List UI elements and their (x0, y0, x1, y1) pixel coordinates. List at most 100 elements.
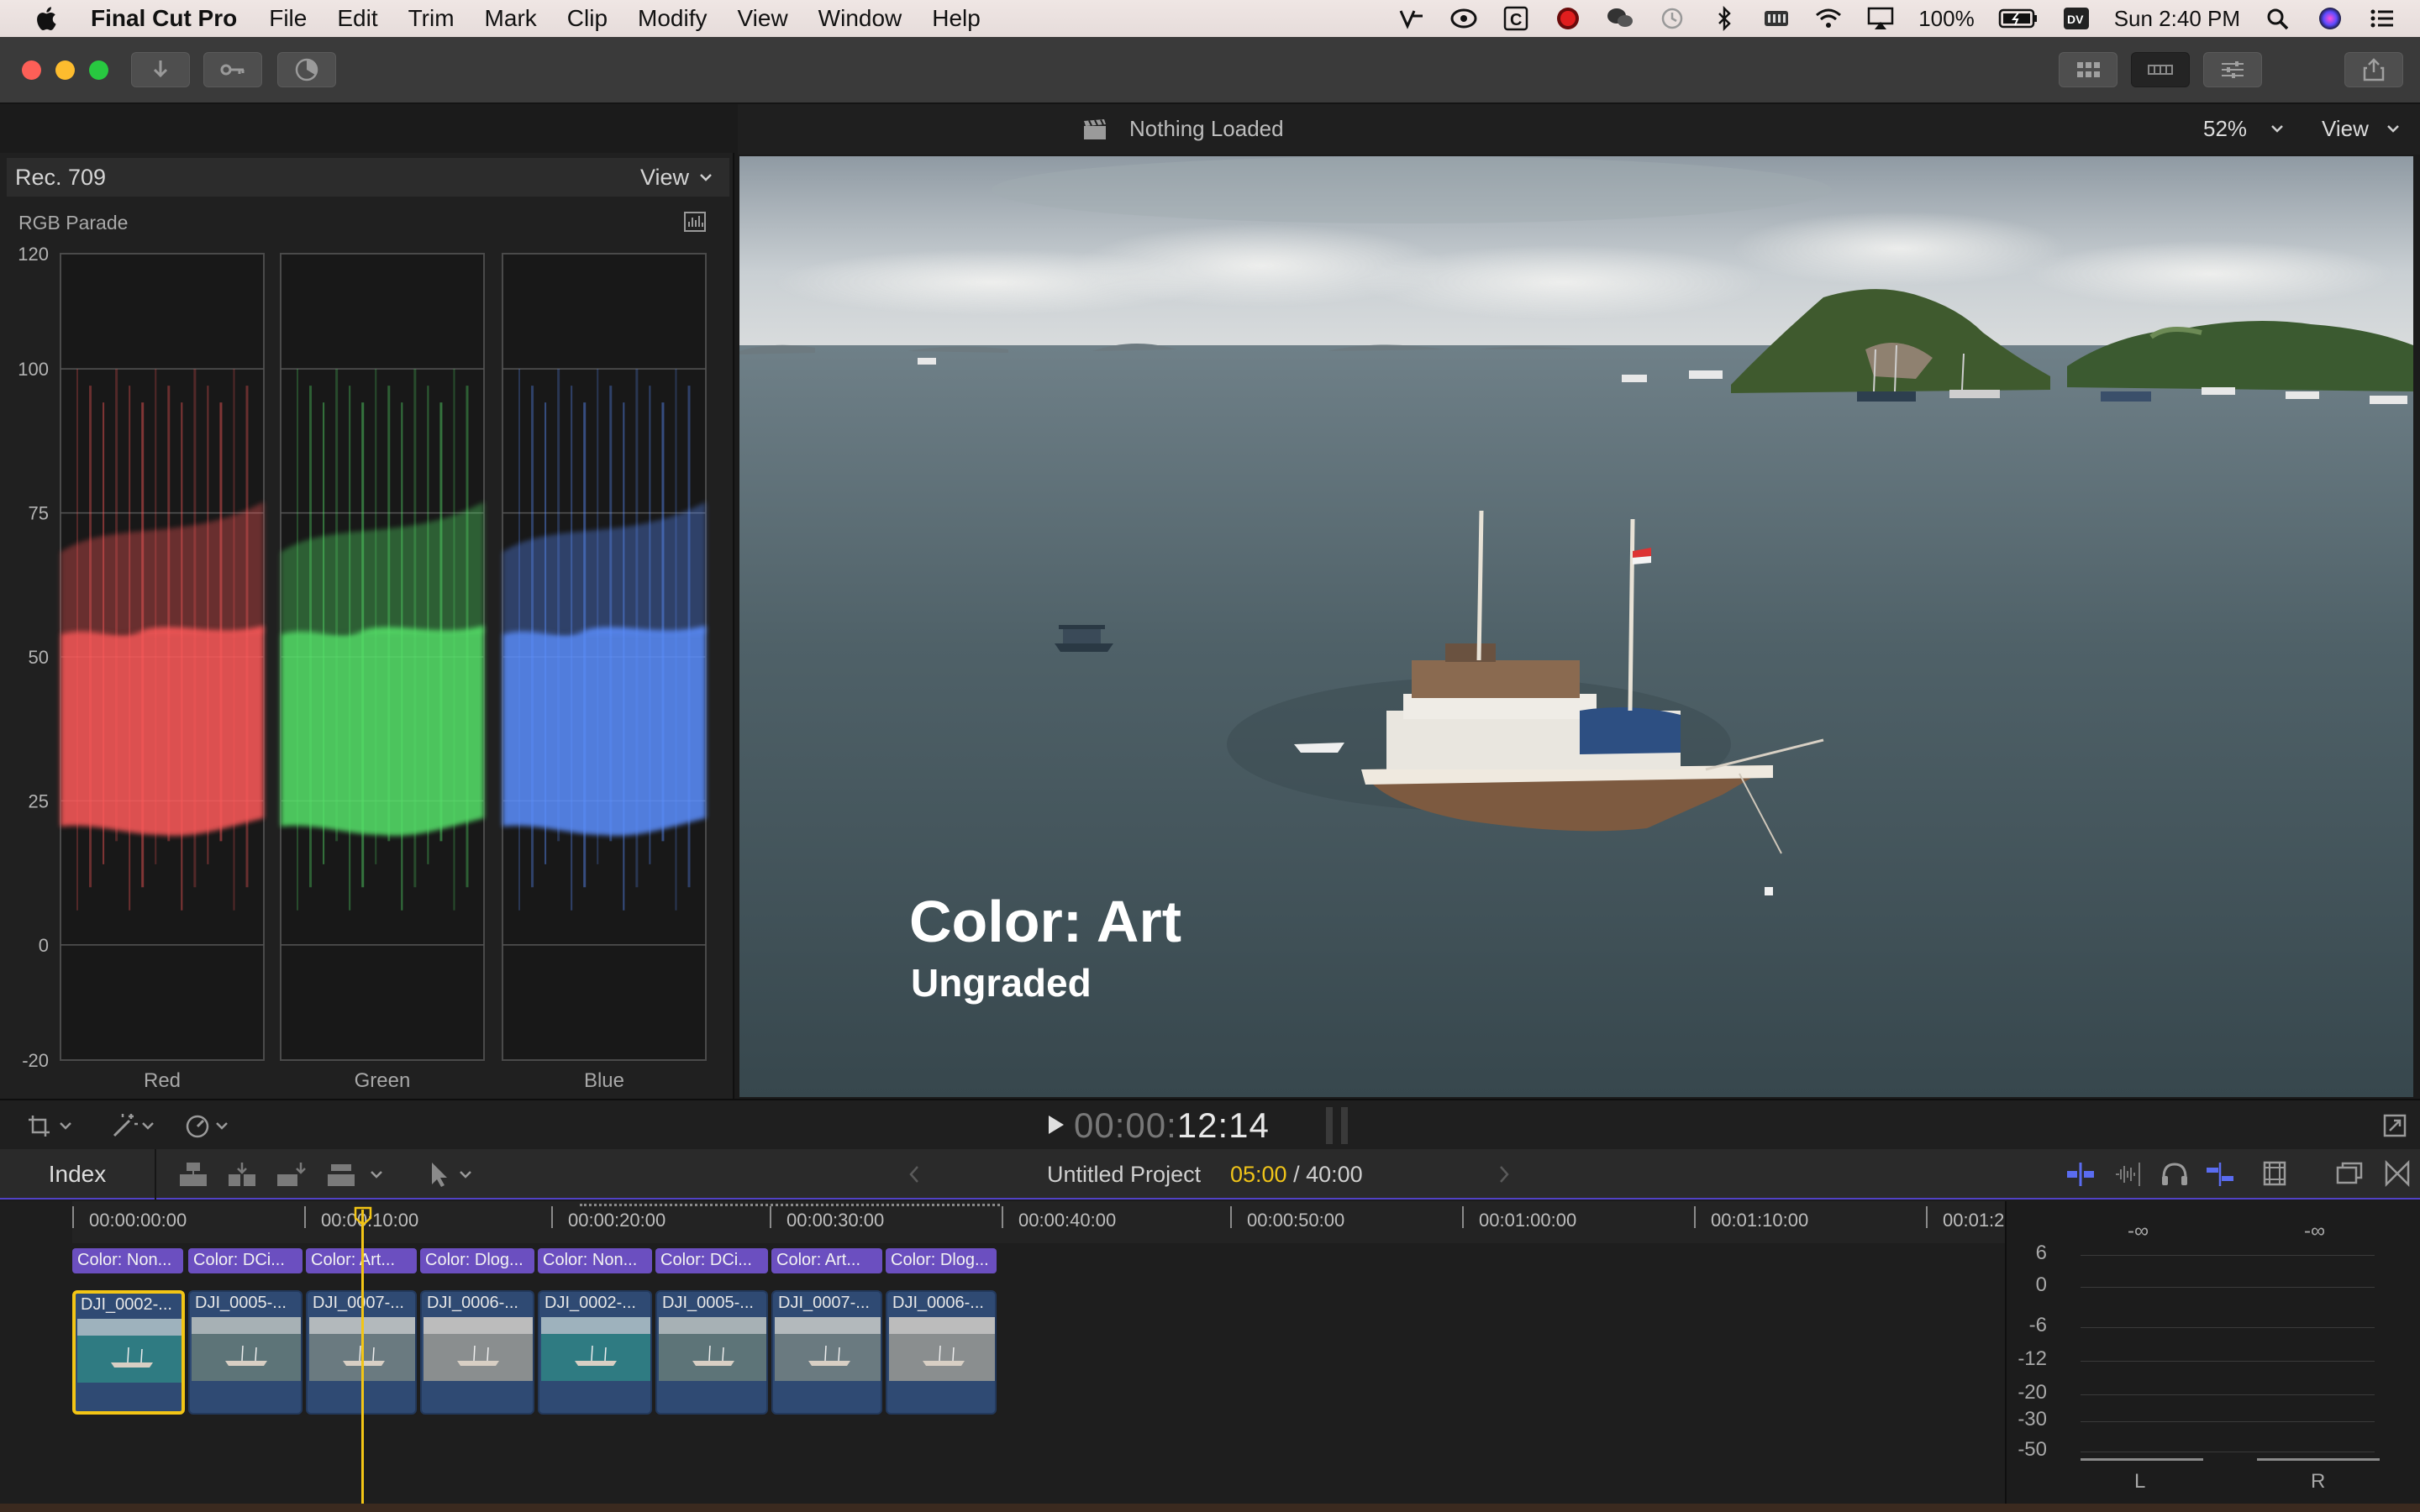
menu-bar: Final Cut Pro File Edit Trim Mark Clip M… (0, 0, 2420, 37)
notification-center-icon[interactable] (2368, 6, 2396, 31)
playhead[interactable] (361, 1210, 364, 1512)
history-back-icon[interactable] (908, 1164, 921, 1184)
viewer-view-menu[interactable]: View (2322, 116, 2369, 142)
meter-gridline (2081, 1394, 2375, 1395)
overwrite-clip-icon[interactable] (324, 1159, 358, 1189)
connect-clip-icon[interactable] (176, 1159, 210, 1189)
playhead-handle-icon[interactable] (353, 1206, 373, 1226)
clip-name: DJI_0007-... (313, 1294, 404, 1312)
apple-logo-icon[interactable] (32, 3, 62, 34)
menu-modify[interactable]: Modify (638, 5, 707, 32)
clip-appearance-icon[interactable] (2260, 1159, 2289, 1188)
menu-file[interactable]: File (269, 5, 307, 32)
inspector-toggle-button[interactable] (2203, 52, 2262, 87)
dv-app-icon[interactable]: DV (2062, 6, 2091, 31)
progress-dial-icon (295, 58, 318, 81)
meter-channel-label: R (2311, 1470, 2326, 1493)
airplay-icon[interactable] (1866, 6, 1895, 31)
timeline-clip[interactable]: DJI_0002-... (538, 1290, 652, 1415)
timecode-display[interactable]: 00:00:12:14 (1074, 1105, 1270, 1146)
enhance-magic-wand-icon[interactable] (109, 1110, 139, 1139)
retime-speedometer-icon[interactable] (183, 1112, 212, 1139)
zoom-window-button[interactable] (89, 60, 108, 80)
menu-edit[interactable]: Edit (337, 5, 377, 32)
role-label[interactable]: Color: Dlog... (886, 1248, 997, 1273)
menu-help[interactable]: Help (932, 5, 981, 32)
ruler-tick (1462, 1206, 1464, 1228)
zoom-level-dropdown[interactable]: 52% (2203, 116, 2247, 142)
close-window-button[interactable] (22, 60, 41, 80)
snapping-icon[interactable] (2203, 1161, 2237, 1188)
transitions-browser-icon[interactable] (2383, 1159, 2412, 1188)
clip-thumbnail (889, 1317, 995, 1381)
memory-icon[interactable] (1762, 6, 1791, 31)
select-tool-arrow-icon[interactable] (427, 1159, 452, 1189)
fullscreen-icon[interactable] (2381, 1112, 2408, 1139)
clapperboard-icon (1084, 119, 1106, 139)
menu-trim[interactable]: Trim (408, 5, 455, 32)
retime-chevron-icon[interactable] (215, 1121, 229, 1131)
c-app-icon[interactable]: C (1502, 6, 1530, 31)
background-tasks-button[interactable] (277, 52, 336, 87)
menubar-clock[interactable]: Sun 2:40 PM (2114, 6, 2240, 32)
app-menu[interactable]: Final Cut Pro (91, 5, 237, 32)
import-button[interactable] (131, 52, 190, 87)
sliders-icon (2222, 61, 2244, 78)
wechat-icon[interactable] (1606, 6, 1634, 31)
edit-mode-chevron-icon[interactable] (370, 1169, 383, 1179)
share-button[interactable] (2344, 52, 2403, 87)
zoom-chevron-down-icon[interactable] (2270, 123, 2284, 134)
menu-clip[interactable]: Clip (567, 5, 608, 32)
role-label[interactable]: Color: DCi... (188, 1248, 302, 1273)
role-label[interactable]: Color: Art... (771, 1248, 882, 1273)
play-icon[interactable] (1045, 1112, 1067, 1137)
meter-gridline (2081, 1287, 2375, 1288)
menu-window[interactable]: Window (818, 5, 902, 32)
crop-chevron-icon[interactable] (59, 1121, 72, 1131)
battery-icon[interactable] (1998, 6, 2039, 31)
meter-gridline (2081, 1361, 2375, 1362)
timeline-index-button[interactable]: Index (0, 1149, 156, 1200)
timeline-clip[interactable]: DJI_0007-... (771, 1290, 882, 1415)
parade-channel-red: Red (60, 253, 265, 1092)
scope-view-menu[interactable]: View (640, 165, 689, 191)
role-label[interactable]: Color: Dlog... (420, 1248, 534, 1273)
keywords-button[interactable] (203, 52, 262, 87)
minimize-window-button[interactable] (55, 60, 75, 80)
role-label[interactable]: Color: Non... (538, 1248, 652, 1273)
audio-skimming-icon[interactable] (2112, 1161, 2146, 1188)
tool-chevron-icon[interactable] (459, 1169, 472, 1179)
timeline-clip[interactable]: DJI_0006-... (420, 1290, 534, 1415)
scope-view-chevron-icon[interactable] (699, 171, 713, 183)
effects-browser-icon[interactable] (2334, 1159, 2365, 1188)
record-icon[interactable] (1554, 6, 1582, 31)
insert-clip-icon[interactable] (225, 1159, 259, 1189)
enhance-chevron-icon[interactable] (141, 1121, 155, 1131)
siri-icon[interactable] (2316, 6, 2344, 31)
menu-mark[interactable]: Mark (485, 5, 537, 32)
menu-view[interactable]: View (737, 5, 787, 32)
timeline-clip[interactable]: DJI_0006-... (886, 1290, 997, 1415)
spotlight-search-icon[interactable] (2264, 6, 2292, 31)
crop-tool-icon[interactable] (25, 1112, 54, 1139)
history-forward-icon[interactable] (1497, 1164, 1511, 1184)
append-clip-icon[interactable] (274, 1159, 308, 1189)
time-machine-icon[interactable] (1658, 6, 1686, 31)
browser-toggle-button[interactable] (2059, 52, 2118, 87)
wifi-icon[interactable] (1814, 6, 1843, 31)
role-label[interactable]: Color: Non... (72, 1248, 183, 1273)
timeline-toggle-button[interactable] (2131, 52, 2190, 87)
vectorworks-icon[interactable] (1397, 6, 1426, 31)
view-chevron-down-icon[interactable] (2386, 123, 2400, 134)
solo-headphones-icon[interactable] (2160, 1159, 2190, 1188)
timeline-clip[interactable]: DJI_0005-... (188, 1290, 302, 1415)
skimming-icon[interactable] (2064, 1161, 2097, 1188)
creative-cloud-icon[interactable] (1449, 6, 1478, 31)
role-label[interactable]: Color: DCi... (655, 1248, 768, 1273)
meter-scale-label: 6 (2035, 1242, 2047, 1264)
svg-text:DV: DV (2067, 13, 2084, 26)
timeline-clip[interactable]: DJI_0002-... (72, 1290, 185, 1415)
timeline-clip[interactable]: DJI_0005-... (655, 1290, 768, 1415)
bluetooth-icon[interactable] (1710, 6, 1739, 31)
meter-scale-label: -20 (2018, 1381, 2047, 1404)
